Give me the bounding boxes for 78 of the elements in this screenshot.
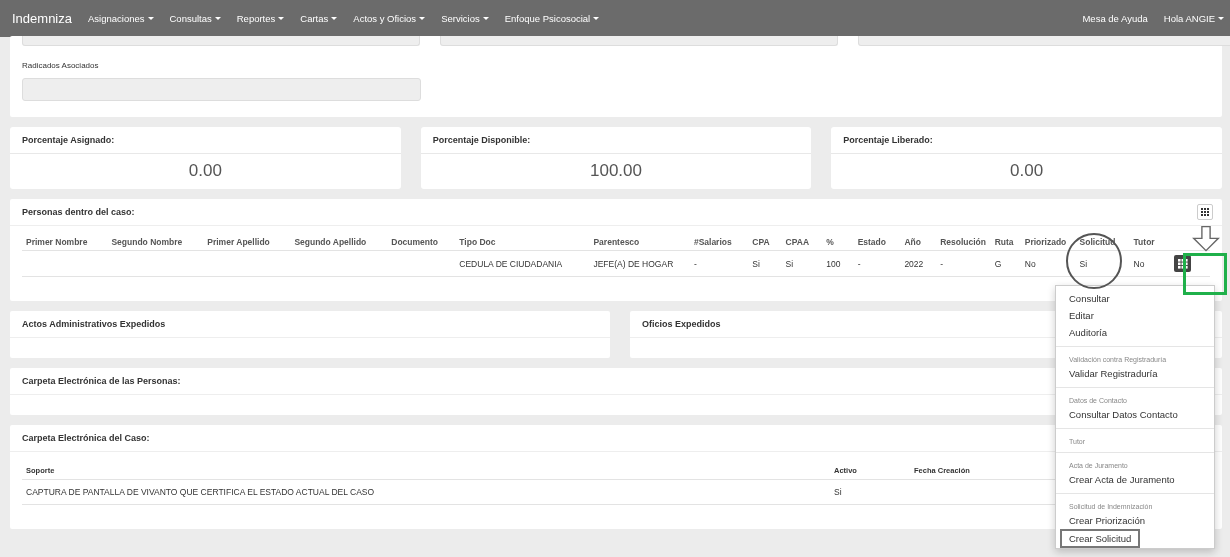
table-cell: 2022	[904, 258, 924, 269]
input-field[interactable]	[858, 36, 1230, 46]
column-header: #Salarios	[689, 234, 749, 251]
panel-title: Carpeta Electrónica del Caso:	[22, 433, 150, 443]
table-cell: CEDULA DE CIUDADANIA	[459, 258, 563, 269]
panel-title: Oficios Expedidos	[642, 319, 721, 329]
panel-title: Actos Administrativos Expedidos	[22, 319, 166, 329]
card-title: Porcentaje Disponible:	[420, 127, 812, 154]
column-header: Resolución	[936, 234, 991, 251]
caret-icon	[214, 17, 221, 20]
column-header: CPA	[748, 234, 782, 251]
table-cell: -	[693, 258, 697, 269]
column-header: Ruta	[990, 234, 1021, 251]
input-field[interactable]	[22, 36, 420, 46]
field-label: Radicados Asociados	[22, 61, 100, 70]
percent-value: 100.00	[589, 160, 643, 182]
table-cell: 100	[826, 258, 841, 269]
column-header: Primer Apellido	[203, 234, 291, 251]
table-cell: -	[940, 258, 943, 269]
panel-title: Personas dentro del caso:	[22, 207, 135, 217]
table-cell: Si	[752, 258, 760, 269]
caret-icon	[593, 17, 600, 20]
nav-menu[interactable]: Servicios	[441, 13, 489, 24]
percent-value: 0.00	[1009, 160, 1045, 182]
nav-menu[interactable]: Enfoque Psicosocial	[504, 13, 600, 24]
column-header: Priorizado	[1020, 234, 1076, 251]
column-header: Tipo Doc	[455, 234, 590, 251]
column-header: Estado	[853, 234, 901, 251]
column-header: CPAA	[781, 234, 823, 251]
table-cell: Si	[785, 258, 794, 269]
menu-item[interactable]: Crear Acta de Juramento	[1056, 471, 1214, 488]
column-header: %	[822, 234, 854, 251]
column-header: Segundo Nombre	[107, 234, 204, 251]
highlight-frame	[1183, 253, 1227, 295]
panel-title: Carpeta Electrónica de las Personas:	[22, 376, 181, 386]
menu-item[interactable]: Crear Solicitud	[1060, 529, 1141, 548]
menu-item[interactable]: Consultar Datos Contacto	[1056, 406, 1214, 423]
highlight-circle	[1066, 233, 1122, 289]
column-header: Tutor	[1129, 234, 1171, 251]
caret-icon	[419, 17, 426, 20]
table-cell: No	[1133, 258, 1145, 269]
menu-item[interactable]: Crear Priorización	[1056, 512, 1214, 529]
caret-icon	[331, 17, 338, 20]
nav-link[interactable]: Hola ANGIE	[1163, 13, 1224, 24]
table-cell: -	[857, 258, 861, 269]
input-field[interactable]	[22, 78, 421, 101]
brand-link[interactable]: Indemniza	[12, 11, 72, 26]
nav-menu[interactable]: Consultas	[169, 13, 221, 24]
card-title: Porcentaje Liberado:	[831, 127, 1222, 154]
caret-icon	[278, 17, 285, 20]
grid-icon	[1178, 258, 1188, 269]
caret-icon	[482, 17, 489, 20]
nav-menu[interactable]: Actos y Oficios	[353, 13, 426, 24]
column-header: Año	[900, 234, 937, 251]
menu-item[interactable]: Consultar	[1056, 290, 1214, 307]
table-cell: No	[1024, 258, 1036, 269]
column-header: Documento	[387, 234, 456, 251]
column-header: Primer Nombre	[22, 234, 108, 251]
table-cell: Si	[834, 487, 842, 497]
nav-link[interactable]: Mesa de Ayuda	[1082, 13, 1148, 24]
table-cell: G	[994, 258, 1002, 269]
input-field[interactable]	[440, 36, 838, 46]
menu-item[interactable]: Validar Registraduría	[1056, 365, 1214, 382]
menu-item[interactable]: Auditoría	[1056, 324, 1214, 341]
column-header: Parentesco	[589, 234, 690, 251]
column-header: Segundo Apellido	[290, 234, 388, 251]
table-cell: Si	[1079, 258, 1088, 269]
caret-icon	[147, 17, 154, 20]
menu-item[interactable]: Editar	[1056, 307, 1214, 324]
grid-icon	[1200, 207, 1210, 217]
percent-value: 0.00	[187, 160, 223, 182]
columns-button[interactable]	[1197, 204, 1213, 220]
nav-menu[interactable]: Asignaciones	[88, 13, 154, 24]
card-title: Porcentaje Asignado:	[10, 127, 401, 154]
table-cell: CAPTURA DE PANTALLA DE VIVANTO QUE CERTIFICA EL ESTADO ACTUAL DEL CASO	[26, 487, 375, 497]
nav-menu[interactable]: Reportes	[236, 13, 285, 24]
table-cell: JEFE(A) DE HOGAR	[593, 258, 674, 269]
nav-menu[interactable]: Cartas	[300, 13, 338, 24]
